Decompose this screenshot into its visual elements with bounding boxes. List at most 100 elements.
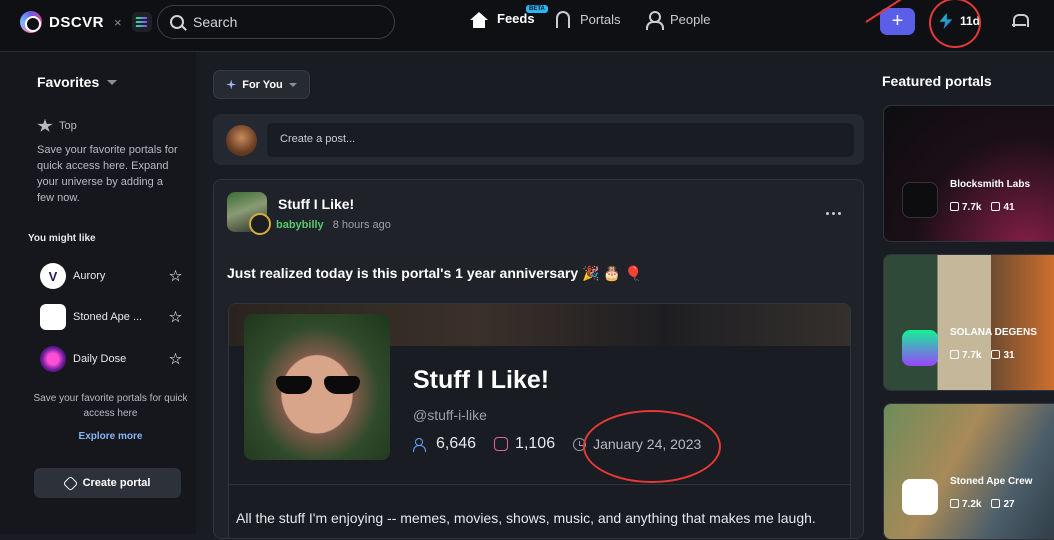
featured-portal-name: Stoned Ape Crew: [950, 476, 1033, 487]
save-favorites-hint: Save your favorite portals for quick acc…: [33, 393, 188, 419]
posts-stat: 1,106: [494, 435, 555, 453]
suggestion-item[interactable]: Stoned Ape ...: [40, 304, 182, 330]
notifications-bell-icon[interactable]: [1012, 13, 1029, 29]
user-avatar-badge[interactable]: [249, 213, 271, 235]
post-time: 8 hours ago: [332, 219, 391, 231]
stoned-ape-logo-icon: [40, 304, 66, 330]
chevron-down-icon: [107, 79, 118, 85]
solana-degens-logo-icon: [902, 330, 938, 366]
featured-posts: 41: [1003, 202, 1015, 213]
featured-portal-name: SOLANA DEGENS: [950, 327, 1037, 338]
chevron-down-icon: [288, 82, 297, 87]
featured-posts: 27: [1003, 499, 1015, 510]
members-icon: [950, 499, 959, 508]
embed-portal-handle: @stuff-i-like: [413, 407, 487, 423]
create-portal-label: Create portal: [82, 477, 151, 489]
featured-portal-name: Blocksmith Labs: [950, 179, 1031, 190]
members-icon: [950, 350, 959, 359]
person-icon: [646, 11, 664, 30]
home-icon: [470, 11, 488, 28]
nav-people[interactable]: People: [646, 11, 711, 30]
create-portal-icon: [62, 475, 78, 491]
aurory-logo-icon: V: [40, 263, 66, 289]
feed-filter-label: For You: [242, 78, 283, 91]
suggestion-item[interactable]: V Aurory: [40, 263, 182, 289]
portal-avatar-image: [244, 314, 390, 460]
nav-portals-label: Portals: [580, 12, 621, 27]
beta-badge: BETA: [526, 5, 548, 13]
members-stat: 6,646: [413, 435, 476, 453]
create-portal-button[interactable]: Create portal: [34, 468, 181, 498]
stoned-ape-crew-logo-icon: [902, 479, 938, 515]
favorites-top[interactable]: Top: [37, 119, 77, 133]
star-icon: [37, 119, 53, 132]
featured-posts: 31: [1003, 350, 1015, 361]
suggestion-name: Stoned Ape ...: [73, 311, 143, 323]
featured-members: 7.7k: [962, 202, 982, 213]
nav-feeds-label: Feeds: [497, 11, 535, 26]
posts-icon: [991, 499, 1001, 508]
top-label: Top: [59, 120, 77, 132]
posts-icon: [991, 202, 1001, 211]
sparkle-icon: [226, 79, 237, 90]
top-navigation-bar: DSCVR × Search Feeds BETA Portals People…: [0, 0, 1054, 52]
featured-members: 7.7k: [962, 350, 982, 361]
favorites-title: Favorites: [37, 74, 100, 90]
search-icon: [170, 15, 184, 29]
brand-logo[interactable]: DSCVR ×: [20, 11, 152, 33]
post-body-text: Just realized today is this portal's 1 y…: [227, 265, 643, 281]
portal-embed-card[interactable]: Stuff I Like! @stuff-i-like 6,646 1,106 …: [228, 303, 851, 538]
brand-separator: ×: [114, 14, 122, 30]
featured-portal-card[interactable]: Blocksmith Labs 7.7k 41: [883, 105, 1054, 242]
suggestion-item[interactable]: Daily Dose: [40, 346, 182, 372]
posts-count: 1,106: [515, 435, 556, 452]
favorite-star-icon[interactable]: [169, 352, 182, 365]
nav-portals[interactable]: Portals: [556, 11, 620, 28]
members-count: 6,646: [436, 435, 477, 452]
post-username[interactable]: babybilly: [276, 219, 324, 231]
suggestion-name: Daily Dose: [73, 353, 127, 365]
blocksmith-labs-logo-icon: [902, 182, 938, 218]
post-card: Stuff I Like! babybilly 8 hours ago Just…: [213, 179, 864, 539]
more-options-icon[interactable]: [826, 212, 841, 215]
favorite-star-icon[interactable]: [169, 310, 182, 323]
create-post-input[interactable]: Create a post...: [267, 123, 854, 157]
left-sidebar: Favorites Top Save your favorite portals…: [0, 52, 196, 534]
featured-portal-card[interactable]: Stoned Ape Crew 7.2k 27: [883, 403, 1054, 540]
post-meta: babybilly 8 hours ago: [276, 219, 391, 231]
members-icon: [950, 202, 959, 211]
embed-portal-description: All the stuff I'm enjoying -- memes, mov…: [236, 510, 816, 526]
post-portal-title[interactable]: Stuff I Like!: [278, 196, 354, 212]
brand-name: DSCVR: [49, 13, 105, 31]
favorites-dropdown[interactable]: Favorites: [37, 74, 118, 90]
daily-dose-logo-icon: [40, 346, 66, 372]
feed-filter-dropdown[interactable]: For You: [213, 70, 310, 99]
featured-portal-stats: 7.2k 27: [950, 499, 1015, 510]
create-button[interactable]: +: [880, 8, 915, 35]
explore-more-link[interactable]: Explore more: [33, 431, 188, 442]
annotation-circle-streak: [929, 0, 981, 48]
posts-icon: [991, 350, 1001, 359]
solana-logo-icon: [131, 12, 152, 32]
members-icon: [413, 437, 429, 452]
featured-members: 7.2k: [962, 499, 982, 510]
featured-portal-card[interactable]: SOLANA DEGENS 7.7k 31: [883, 254, 1054, 391]
favorite-star-icon[interactable]: [169, 269, 182, 282]
create-post-box: Create a post...: [213, 114, 864, 165]
nav-feeds[interactable]: Feeds: [470, 11, 535, 28]
search-input[interactable]: Search: [157, 5, 395, 39]
featured-portals-title: Featured portals: [882, 73, 992, 89]
embed-portal-title: Stuff I Like!: [413, 366, 550, 394]
featured-portal-stats: 7.7k 31: [950, 350, 1015, 361]
you-might-like-heading: You might like: [28, 233, 96, 244]
posts-icon: [494, 437, 509, 451]
portal-icon: [556, 11, 570, 28]
user-avatar[interactable]: [226, 125, 257, 156]
dscvr-logo-icon: [20, 11, 42, 33]
annotation-circle-date: [583, 410, 721, 483]
suggestion-name: Aurory: [73, 270, 106, 282]
search-placeholder: Search: [193, 14, 238, 30]
favorites-description: Save your favorite portals for quick acc…: [37, 144, 178, 204]
nav-people-label: People: [670, 12, 711, 27]
embed-divider: [229, 484, 850, 485]
